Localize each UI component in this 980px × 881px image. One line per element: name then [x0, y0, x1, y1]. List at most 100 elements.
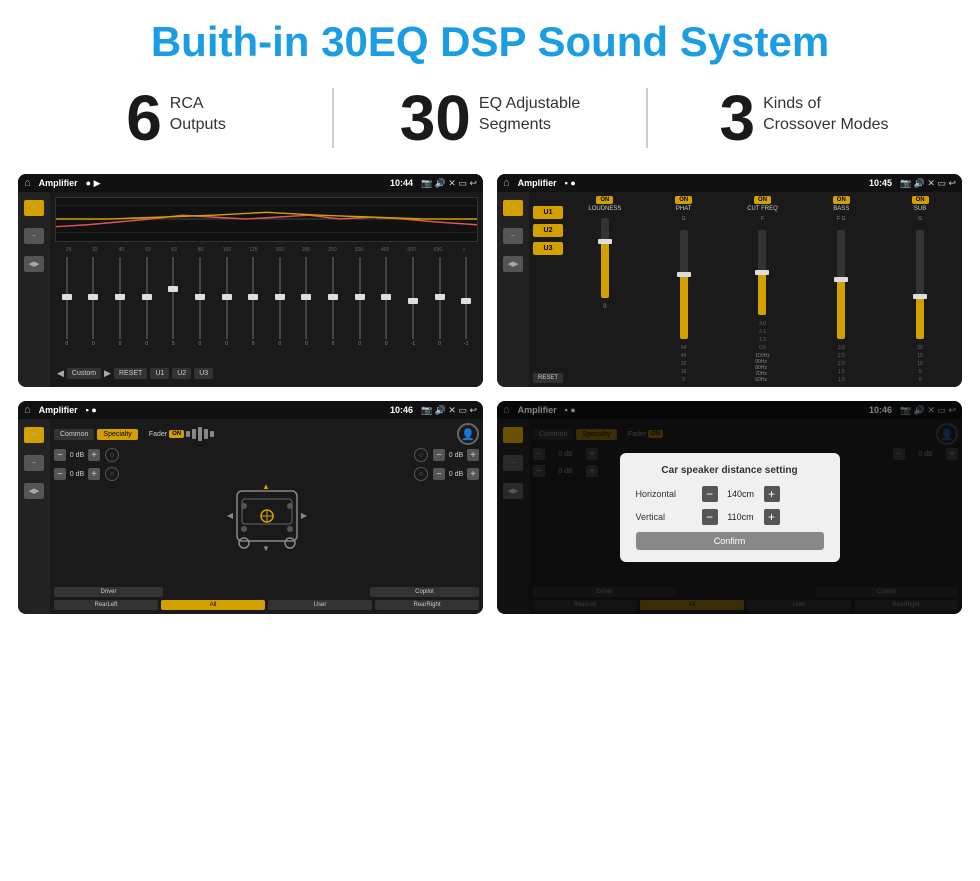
- dialog-overlay: Car speaker distance setting Horizontal …: [497, 401, 962, 614]
- home-icon-3[interactable]: ⌂: [24, 404, 31, 416]
- eq-slider-3[interactable]: 0: [135, 257, 159, 347]
- horizontal-plus[interactable]: +: [764, 486, 780, 502]
- eq-preset-custom[interactable]: Custom: [67, 368, 101, 379]
- cutfreq-on[interactable]: ON: [754, 196, 771, 204]
- eq-slider-14[interactable]: 0: [428, 257, 452, 347]
- amp-phat: ON PHAT G 644832160: [646, 196, 722, 383]
- eq-slider-11[interactable]: 0: [348, 257, 372, 347]
- preset-u3[interactable]: U3: [533, 242, 563, 255]
- eq-reset-btn[interactable]: RESET: [114, 368, 147, 379]
- db-row-2: − 0 dB + ○: [54, 467, 119, 481]
- loudness-label: LOUDNESS: [588, 206, 621, 212]
- eq-slider-9[interactable]: 0: [295, 257, 319, 347]
- db4-plus[interactable]: +: [467, 468, 479, 480]
- sub-on[interactable]: ON: [912, 196, 929, 204]
- fader-icon-1[interactable]: ≡: [24, 427, 44, 443]
- btn-all[interactable]: All: [161, 600, 265, 610]
- eq-slider-7[interactable]: 0: [241, 257, 265, 347]
- eq-sliders: 0 0 0 0 5 0 0 0 0 0 0 0 0 -1 0 -1: [55, 253, 478, 365]
- eq-slider-6[interactable]: 0: [215, 257, 239, 347]
- db3-minus[interactable]: −: [433, 449, 445, 461]
- eq-icon-2[interactable]: ~: [24, 228, 44, 244]
- bass-on[interactable]: ON: [833, 196, 850, 204]
- vertical-row: Vertical − 110cm +: [636, 509, 824, 525]
- fader-bar-4: [204, 429, 208, 439]
- fader-bars: [186, 427, 214, 441]
- amp-icon-2[interactable]: ~: [503, 228, 523, 244]
- btn-driver[interactable]: Driver: [54, 587, 163, 597]
- sub-slider[interactable]: [916, 230, 924, 339]
- eq-slider-15[interactable]: -1: [454, 257, 478, 347]
- svg-text:◀: ◀: [226, 511, 233, 520]
- eq-next[interactable]: ▶: [104, 368, 111, 379]
- preset-u1[interactable]: U1: [533, 206, 563, 219]
- fader-icon-2[interactable]: ~: [24, 455, 44, 471]
- horizontal-minus[interactable]: −: [702, 486, 718, 502]
- eq-prev[interactable]: ◀: [57, 368, 64, 379]
- phat-slider[interactable]: [680, 230, 688, 339]
- tab-common[interactable]: Common: [54, 429, 94, 440]
- db2-plus[interactable]: +: [88, 468, 100, 480]
- preset-u2[interactable]: U2: [533, 224, 563, 237]
- amp-icon-3[interactable]: ◀▶: [503, 256, 523, 272]
- fader-on-badge[interactable]: ON: [169, 430, 184, 438]
- tab-specialty[interactable]: Specialty: [97, 429, 137, 440]
- eq-slider-10[interactable]: 0: [321, 257, 345, 347]
- db2-minus[interactable]: −: [54, 468, 66, 480]
- amp-reset[interactable]: RESET: [533, 373, 563, 383]
- vertical-plus[interactable]: +: [764, 509, 780, 525]
- eq-icon-1[interactable]: ≡: [24, 200, 44, 216]
- eq-slider-8[interactable]: 0: [268, 257, 292, 347]
- amp-title-3: Amplifier: [39, 405, 78, 415]
- fader-bottom-btns: Driver Copilot: [54, 587, 479, 597]
- fader-icon-3[interactable]: ◀▶: [24, 483, 44, 499]
- confirm-button[interactable]: Confirm: [636, 532, 824, 550]
- stat-crossover-number: 3: [720, 86, 756, 150]
- db2-value: 0 dB: [68, 471, 86, 478]
- eq-slider-5[interactable]: 0: [188, 257, 212, 347]
- home-icon[interactable]: ⌂: [24, 177, 31, 189]
- horizontal-value: 140cm: [722, 489, 760, 499]
- vertical-minus[interactable]: −: [702, 509, 718, 525]
- eq-slider-12[interactable]: 0: [375, 257, 399, 347]
- amp-cutfreq: ON CUT FREQ F 3.02.11.30.5 100Hz90Hz80Hz…: [725, 196, 801, 383]
- btn-copilot[interactable]: Copilot: [370, 587, 479, 597]
- fader-label: Fader: [149, 431, 167, 438]
- btn-rearright[interactable]: RearRight: [375, 600, 479, 610]
- cutfreq-slider[interactable]: [758, 230, 766, 315]
- speaker-circle-2: ○: [105, 467, 119, 481]
- phat-on[interactable]: ON: [675, 196, 692, 204]
- status-bar-3: ⌂ Amplifier ▪ ● 10:46 📷 🔊 ✕ ▭ ↩: [18, 401, 483, 419]
- eq-u2-btn[interactable]: U2: [172, 368, 191, 379]
- phat-labels: 644832160: [681, 345, 687, 383]
- eq-u3-btn[interactable]: U3: [194, 368, 213, 379]
- amp-icon-1[interactable]: ≡: [503, 200, 523, 216]
- db1-plus[interactable]: +: [88, 449, 100, 461]
- db4-minus[interactable]: −: [433, 468, 445, 480]
- eq-slider-1[interactable]: 0: [82, 257, 106, 347]
- amp-title-1: Amplifier: [39, 178, 78, 188]
- status-time-2: 10:45: [869, 178, 892, 188]
- fader-bar-5: [210, 431, 214, 437]
- status-dots-2: ▪ ●: [565, 178, 576, 188]
- eq-slider-13[interactable]: -1: [401, 257, 425, 347]
- loudness-on[interactable]: ON: [596, 196, 613, 204]
- eq-slider-0[interactable]: 0: [55, 257, 79, 347]
- eq-icon-3[interactable]: ◀▶: [24, 256, 44, 272]
- fader-content: ≡ ~ ◀▶ Common Specialty Fader ON: [18, 419, 483, 614]
- db3-plus[interactable]: +: [467, 449, 479, 461]
- db1-minus[interactable]: −: [54, 449, 66, 461]
- btn-user[interactable]: User: [268, 600, 372, 610]
- eq-u1-btn[interactable]: U1: [150, 368, 169, 379]
- btn-rearleft[interactable]: RearLeft: [54, 600, 158, 610]
- svg-text:▲: ▲: [262, 482, 270, 491]
- eq-slider-4[interactable]: 5: [162, 257, 186, 347]
- fader-bottom-btns-2: RearLeft All User RearRight: [54, 600, 479, 610]
- home-icon-2[interactable]: ⌂: [503, 177, 510, 189]
- stat-rca-label: RCAOutputs: [170, 86, 226, 136]
- loudness-slider[interactable]: [601, 218, 609, 298]
- bass-slider[interactable]: [837, 230, 845, 339]
- amp-presets: U1 U2 U3 RESET: [533, 196, 563, 383]
- eq-slider-2[interactable]: 0: [108, 257, 132, 347]
- user-icon[interactable]: 👤: [457, 423, 479, 445]
